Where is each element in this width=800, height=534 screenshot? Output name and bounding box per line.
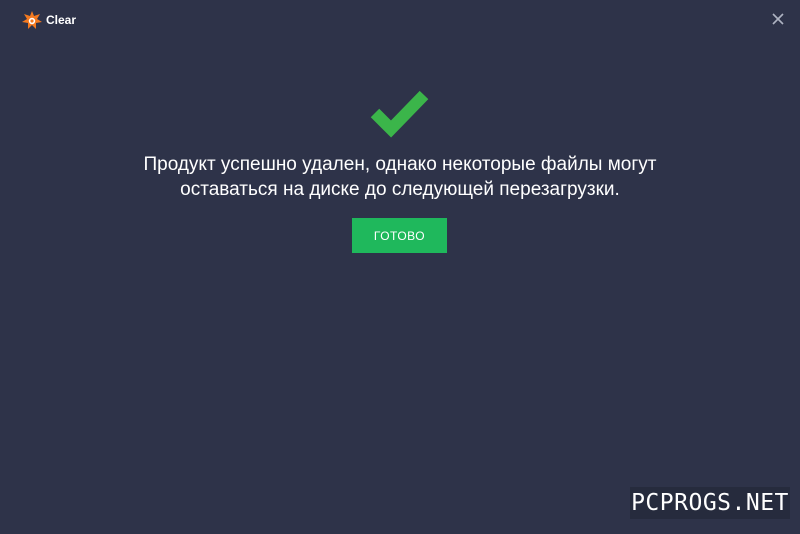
avast-logo-icon bbox=[22, 11, 42, 29]
app-title: Clear bbox=[46, 13, 77, 27]
title-bar: Clear bbox=[0, 0, 800, 40]
done-button[interactable]: ГОТОВО bbox=[352, 218, 447, 253]
checkmark-icon bbox=[368, 86, 432, 140]
close-icon bbox=[772, 13, 784, 25]
close-button[interactable] bbox=[768, 9, 788, 29]
status-message-line-1: Продукт успешно удален, однако некоторые… bbox=[143, 154, 657, 175]
status-message-line-2: оставаться на диске до следующей перезаг… bbox=[180, 179, 620, 200]
status-message: Продукт успешно удален, однако некоторые… bbox=[100, 152, 700, 202]
watermark: PCPROGS.NET bbox=[630, 487, 790, 519]
